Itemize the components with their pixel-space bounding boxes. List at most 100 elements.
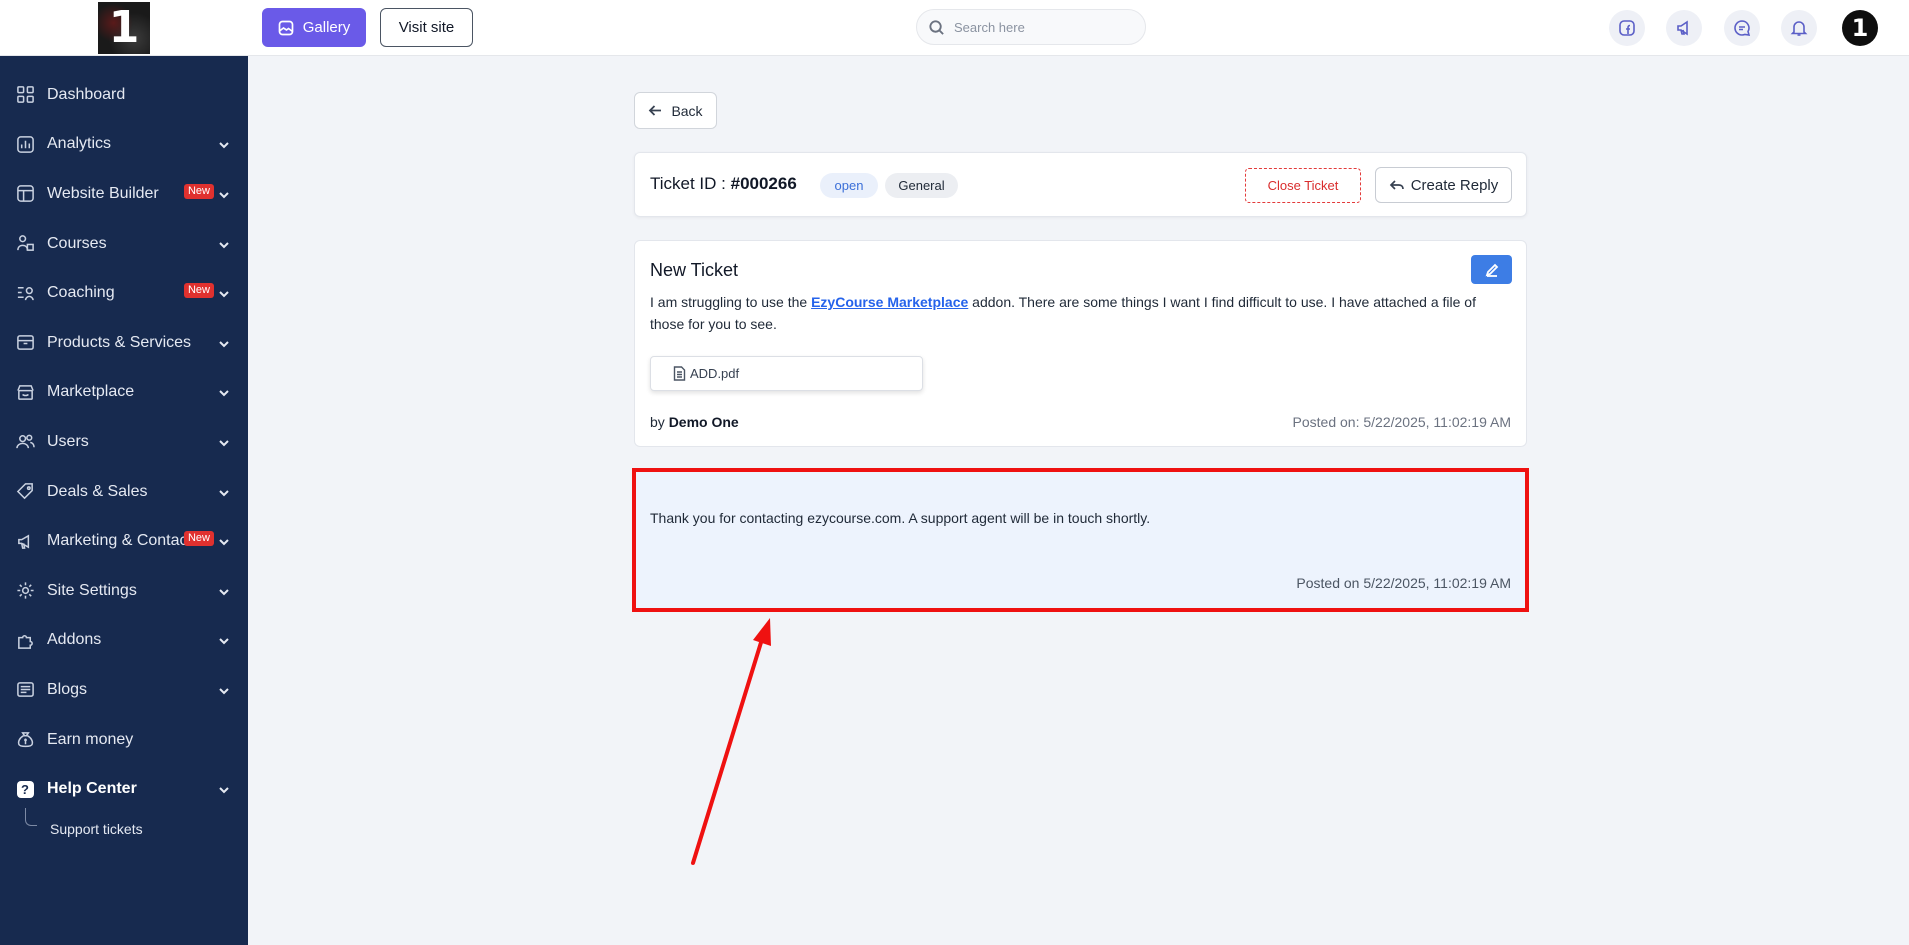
addons-icon: [15, 630, 35, 650]
analytics-icon: [15, 134, 35, 154]
back-button[interactable]: Back: [634, 92, 717, 129]
ticket-header-card: Ticket ID : #000266 open General Close T…: [634, 152, 1527, 217]
gear-icon: [15, 581, 35, 601]
logo-text: 1: [108, 2, 140, 53]
gallery-label: Gallery: [302, 19, 351, 36]
by-label: by: [650, 414, 669, 430]
ticket-id-label: Ticket ID :: [650, 174, 731, 193]
users-icon: [15, 432, 35, 452]
chevron-down-icon: [218, 634, 230, 646]
new-badge: New: [183, 531, 214, 547]
chat-icon[interactable]: [1724, 10, 1760, 46]
courses-icon: [15, 234, 35, 254]
annotation-arrow-head: [753, 618, 771, 646]
visit-site-button[interactable]: Visit site: [380, 8, 473, 47]
create-reply-label: Create Reply: [1410, 176, 1499, 194]
ticket-id-value: #000266: [730, 174, 797, 193]
message-text-before: I am struggling to use the: [650, 294, 812, 310]
author-name: Demo One: [668, 414, 739, 430]
sidebar: 1 Dashboard Analytics Website Builder Ne…: [0, 0, 248, 945]
sidebar-item-help-center[interactable]: ? Help Center: [0, 764, 248, 814]
ticket-posted-date: Posted on: 5/22/2025, 11:02:19 AM: [1292, 414, 1511, 430]
sidebar-item-site-settings[interactable]: Site Settings: [0, 566, 248, 616]
sidebar-item-products-services[interactable]: Products & Services: [0, 318, 248, 368]
sidebar-item-users[interactable]: Users: [0, 417, 248, 467]
sidebar-nav: Dashboard Analytics Website Builder New …: [0, 56, 248, 844]
close-ticket-button[interactable]: Close Ticket: [1245, 168, 1361, 203]
website-builder-icon: [15, 184, 35, 204]
avatar[interactable]: 1: [1842, 10, 1878, 46]
search-input[interactable]: [954, 19, 1134, 35]
marketplace-link[interactable]: EzyCourse Marketplace: [811, 294, 968, 310]
ticket-author: by Demo One: [650, 414, 739, 430]
chevron-down-icon: [218, 585, 230, 597]
sidebar-item-label: Users: [47, 432, 89, 450]
gallery-button[interactable]: Gallery: [262, 8, 366, 47]
sidebar-item-marketing-contacts[interactable]: Marketing & Contacts New: [0, 516, 248, 566]
sidebar-item-label: Site Settings: [47, 581, 137, 599]
sidebar-subitem-support-tickets[interactable]: Support tickets: [0, 807, 248, 844]
chevron-down-icon: [218, 337, 230, 349]
new-badge: New: [183, 184, 214, 200]
chevron-down-icon: [218, 783, 230, 795]
reply-posted-date: Posted on 5/22/2025, 11:02:19 AM: [1296, 575, 1511, 591]
sidebar-item-label: Products & Services: [47, 333, 192, 351]
ticket-body-card: New Ticket I am struggling to use the Ez…: [634, 240, 1527, 447]
status-badge: open: [820, 173, 878, 198]
brand-logo[interactable]: 1: [98, 1, 150, 54]
search-box: [916, 9, 1146, 45]
blogs-icon: [15, 680, 35, 700]
chevron-down-icon: [218, 386, 230, 398]
logo-area: 1: [0, 0, 248, 56]
category-badge: General: [885, 173, 958, 198]
ticket-id: Ticket ID : #000266: [650, 174, 797, 194]
ticket-title: New Ticket: [650, 260, 739, 280]
sidebar-item-analytics[interactable]: Analytics: [0, 120, 248, 170]
tree-connector: [25, 807, 37, 826]
file-icon: [673, 366, 686, 381]
megaphone-icon[interactable]: [1666, 10, 1702, 46]
arrow-left-icon: [649, 105, 662, 116]
dashboard-icon: [15, 85, 35, 105]
sidebar-item-label: Deals & Sales: [47, 482, 148, 500]
sidebar-subitem-label: Support tickets: [50, 820, 143, 837]
help-icon: ?: [15, 779, 35, 799]
sidebar-item-coaching[interactable]: Coaching New: [0, 268, 248, 318]
sidebar-item-blogs[interactable]: Blogs: [0, 665, 248, 715]
edit-button[interactable]: [1471, 255, 1512, 284]
chevron-down-icon: [218, 138, 230, 150]
sidebar-item-label: Blogs: [47, 680, 88, 698]
search-icon: [929, 19, 944, 35]
back-label: Back: [671, 102, 703, 119]
sidebar-item-earn-money[interactable]: Earn money: [0, 715, 248, 765]
chevron-down-icon: [218, 287, 230, 299]
chevron-down-icon: [218, 238, 230, 250]
bell-icon[interactable]: [1781, 10, 1817, 46]
products-icon: [15, 333, 35, 353]
chevron-down-icon: [218, 486, 230, 498]
pencil-icon: [1485, 263, 1498, 277]
deals-tag-icon: [15, 482, 35, 502]
auto-reply-message: Thank you for contacting ezycourse.com. …: [632, 468, 1529, 612]
money-bag-icon: [15, 730, 35, 750]
chevron-down-icon: [218, 535, 230, 547]
marketplace-icon: [15, 382, 35, 402]
sidebar-item-deals-sales[interactable]: Deals & Sales: [0, 467, 248, 517]
facebook-icon[interactable]: [1609, 10, 1645, 46]
attachment-file[interactable]: ADD.pdf: [650, 356, 923, 391]
gallery-icon: [278, 20, 294, 35]
ticket-message: I am struggling to use the EzyCourse Mar…: [650, 291, 1512, 335]
attachment-name: ADD.pdf: [690, 366, 740, 381]
sidebar-item-addons[interactable]: Addons: [0, 616, 248, 666]
sidebar-item-label: Analytics: [47, 135, 112, 153]
sidebar-item-label: Dashboard: [47, 85, 126, 103]
sidebar-item-marketplace[interactable]: Marketplace: [0, 368, 248, 418]
chevron-down-icon: [218, 188, 230, 200]
chevron-down-icon: [218, 684, 230, 696]
create-reply-button[interactable]: Create Reply: [1375, 167, 1512, 203]
sidebar-item-dashboard[interactable]: Dashboard: [0, 70, 248, 120]
sidebar-item-label: Courses: [47, 234, 107, 252]
sidebar-item-courses[interactable]: Courses: [0, 219, 248, 269]
sidebar-item-label: Earn money: [47, 730, 134, 748]
sidebar-item-website-builder[interactable]: Website Builder New: [0, 169, 248, 219]
